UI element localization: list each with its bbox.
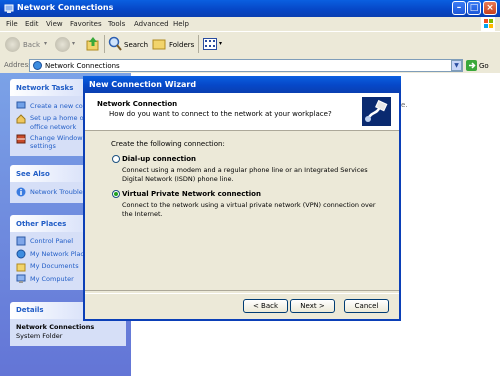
menu-file[interactable]: File	[6, 20, 18, 28]
search-icon[interactable]	[108, 36, 122, 51]
windows-logo-icon	[481, 17, 495, 31]
wizard-subheading: How do you want to connect to the networ…	[109, 110, 332, 118]
maximize-icon: □	[469, 3, 479, 13]
details-name: Network Connections	[16, 323, 95, 331]
obscured-text: e.	[401, 101, 408, 109]
place-my-documents[interactable]: My Documents	[30, 262, 79, 270]
task-firewall[interactable]: Change Windows	[30, 134, 86, 142]
forward-arrow-icon[interactable]	[55, 37, 70, 52]
see-also-title: See Also	[16, 170, 50, 178]
cancel-button[interactable]: Cancel	[344, 299, 389, 313]
vpn-label[interactable]: Virtual Private Network connection	[122, 190, 261, 198]
place-control-panel[interactable]: Control Panel	[30, 237, 73, 245]
close-button[interactable]: ×	[483, 1, 497, 15]
toolbar-separator	[104, 35, 105, 53]
my-documents-icon	[16, 262, 26, 272]
go-label: Go	[479, 62, 489, 70]
folders-button[interactable]: Folders	[169, 41, 194, 49]
menu-view[interactable]: View	[46, 20, 63, 28]
dialup-radio[interactable]	[112, 155, 120, 163]
network-places-icon	[16, 249, 26, 259]
dialup-description: Connect using a modem and a regular phon…	[122, 166, 368, 183]
menu-tools[interactable]: Tools	[108, 20, 125, 28]
vpn-description: Connect to the network using a virtual p…	[122, 201, 376, 218]
close-icon: ×	[486, 3, 494, 13]
info-icon	[16, 187, 26, 197]
back-button[interactable]: < Back	[243, 299, 288, 313]
minimize-icon: –	[456, 3, 462, 13]
wizard-heading: Network Connection	[97, 100, 178, 108]
maximize-button[interactable]: □	[467, 1, 481, 15]
new-connection-icon	[16, 101, 26, 111]
up-folder-icon[interactable]	[86, 36, 100, 52]
wizard-prompt: Create the following connection:	[111, 140, 225, 148]
menu-help[interactable]: Help	[173, 20, 189, 28]
search-button[interactable]: Search	[124, 41, 148, 49]
network-connections-icon	[4, 3, 15, 14]
window-title: Network Connections	[17, 3, 114, 12]
details-type: System Folder	[16, 332, 63, 340]
menu-favorites[interactable]: Favorites	[70, 20, 102, 28]
views-dropdown-icon[interactable]: ▾	[219, 40, 222, 47]
folders-icon[interactable]	[152, 37, 166, 51]
address-label: Address	[4, 61, 32, 69]
details-title: Details	[16, 306, 44, 314]
place-my-computer[interactable]: My Computer	[30, 275, 74, 283]
control-panel-icon	[16, 236, 26, 246]
go-arrow-icon	[466, 60, 477, 71]
address-dropdown-icon[interactable]: ▼	[451, 60, 462, 71]
home-network-icon	[16, 114, 26, 124]
place-network-places[interactable]: My Network Place	[30, 250, 88, 258]
network-cable-icon	[362, 97, 391, 126]
wizard-divider	[85, 290, 399, 294]
back-dropdown-icon[interactable]: ▾	[44, 40, 47, 47]
go-button[interactable]: Go	[465, 59, 497, 72]
firewall-icon	[16, 134, 26, 144]
dialup-label[interactable]: Dial-up connection	[122, 155, 196, 163]
radio-selected-dot	[114, 192, 118, 196]
task-firewall-line2[interactable]: settings	[30, 142, 56, 150]
back-button[interactable]: Back	[23, 41, 40, 49]
network-connections-icon	[33, 61, 42, 70]
network-tasks-title: Network Tasks	[16, 84, 74, 92]
task-home-network-line2[interactable]: office network	[30, 123, 76, 131]
menu-edit[interactable]: Edit	[25, 20, 39, 28]
task-create-connection[interactable]: Create a new conn	[30, 102, 91, 110]
views-icon[interactable]	[203, 38, 217, 50]
menu-advanced[interactable]: Advanced	[134, 20, 169, 28]
my-computer-icon	[16, 274, 26, 284]
see-also-troubleshooter[interactable]: Network Troubles	[30, 188, 86, 196]
minimize-button[interactable]: –	[452, 1, 466, 15]
next-button[interactable]: Next >	[290, 299, 335, 313]
toolbar-separator	[198, 35, 199, 53]
back-arrow-icon[interactable]	[5, 37, 20, 52]
other-places-title: Other Places	[16, 220, 67, 228]
vpn-radio[interactable]	[112, 190, 120, 198]
forward-dropdown-icon[interactable]: ▾	[72, 40, 75, 47]
wizard-title: New Connection Wizard	[89, 80, 197, 89]
address-value: Network Connections	[45, 62, 120, 70]
